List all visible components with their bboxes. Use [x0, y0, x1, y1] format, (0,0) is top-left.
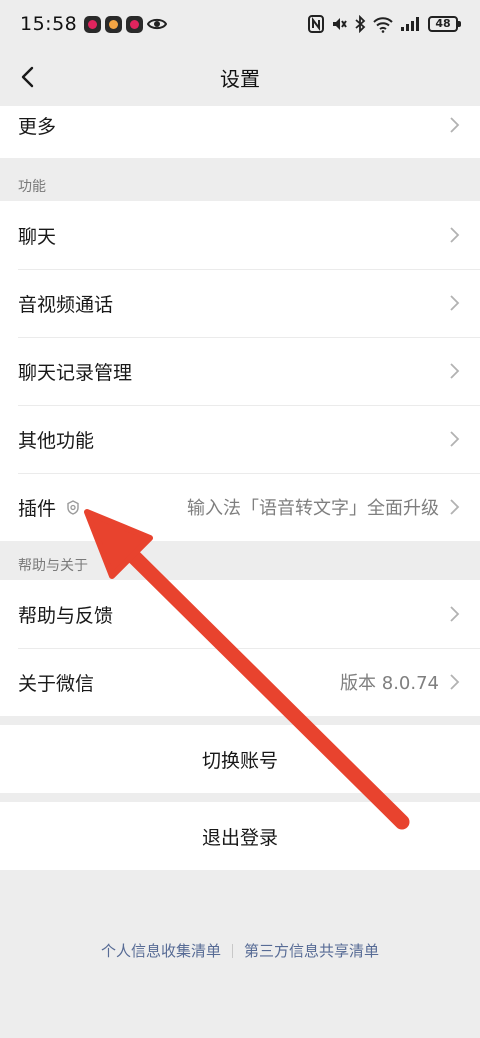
status-time: 15:58	[20, 13, 78, 35]
notification-app-icon	[126, 15, 144, 33]
nfc-icon	[308, 15, 324, 33]
nav-bar: 设置	[0, 48, 480, 106]
settings-row-help-feedback[interactable]: 帮助与反馈	[0, 580, 480, 648]
row-label: 音视频通话	[18, 293, 114, 316]
settings-group-functions: 聊天 音视频通话 聊天记录管理 其他功能 插件 输入法「语音转文字」全面升级	[0, 201, 480, 541]
settings-row-plugins[interactable]: 插件 输入法「语音转文字」全面升级	[0, 473, 480, 541]
chevron-right-icon	[450, 363, 460, 379]
notification-app-icon	[84, 15, 102, 33]
chevron-right-icon	[450, 606, 460, 622]
settings-row-other-features[interactable]: 其他功能	[0, 405, 480, 473]
settings-group-more: 更多	[0, 106, 480, 158]
battery-icon: 48	[428, 16, 461, 32]
section-header-help: 帮助与关于	[18, 558, 88, 574]
third-party-link[interactable]: 第三方信息共享清单	[244, 940, 379, 961]
personal-info-link[interactable]: 个人信息收集清单	[101, 940, 221, 961]
wifi-icon	[373, 16, 393, 33]
status-system-icons: 48	[308, 15, 461, 33]
settings-group-help: 帮助与反馈 关于微信 版本 8.0.74	[0, 580, 480, 716]
settings-row-chat[interactable]: 聊天	[0, 201, 480, 269]
page-title: 设置	[220, 66, 260, 91]
switch-account-label: 切换账号	[201, 749, 278, 772]
settings-row-chat-history[interactable]: 聊天记录管理	[0, 337, 480, 405]
row-label: 插件	[18, 497, 57, 520]
chevron-right-icon	[450, 431, 460, 447]
settings-row-about[interactable]: 关于微信 版本 8.0.74	[0, 648, 480, 716]
chevron-right-icon	[450, 117, 460, 133]
bluetooth-icon	[355, 15, 366, 33]
row-label: 帮助与反馈	[18, 604, 114, 627]
row-value: 输入法「语音转文字」全面升级	[187, 498, 439, 519]
plugin-badge-icon	[67, 499, 79, 515]
status-notification-icons	[84, 15, 168, 33]
eye-icon	[147, 18, 168, 30]
row-label: 关于微信	[18, 672, 95, 695]
settings-page: 15:58 48 设置 更多 功能 聊天 音视频通话 聊天记录管理 其他功能 插…	[0, 0, 480, 1038]
notification-app-icon	[105, 15, 123, 33]
logout-label: 退出登录	[201, 826, 278, 849]
footer-divider	[232, 943, 233, 958]
back-button[interactable]	[8, 58, 46, 96]
mute-icon	[333, 18, 347, 30]
footer-links: 个人信息收集清单 第三方信息共享清单	[0, 940, 480, 961]
section-header-functions: 功能	[18, 179, 46, 195]
switch-account-button[interactable]: 切换账号	[0, 725, 480, 793]
status-bar: 15:58 48	[0, 0, 480, 48]
signal-icon	[401, 17, 419, 31]
back-icon	[21, 66, 34, 88]
chevron-right-icon	[450, 499, 460, 515]
chevron-right-icon	[450, 295, 460, 311]
settings-row-more[interactable]: 更多	[0, 106, 480, 158]
logout-button[interactable]: 退出登录	[0, 802, 480, 870]
settings-row-av-call[interactable]: 音视频通话	[0, 269, 480, 337]
chevron-right-icon	[450, 227, 460, 243]
row-label: 其他功能	[18, 429, 95, 452]
row-label: 聊天记录管理	[18, 361, 133, 384]
chevron-right-icon	[450, 674, 460, 690]
row-value: 版本 8.0.74	[340, 673, 439, 694]
row-label: 聊天	[18, 225, 57, 248]
row-label: 更多	[18, 115, 57, 138]
